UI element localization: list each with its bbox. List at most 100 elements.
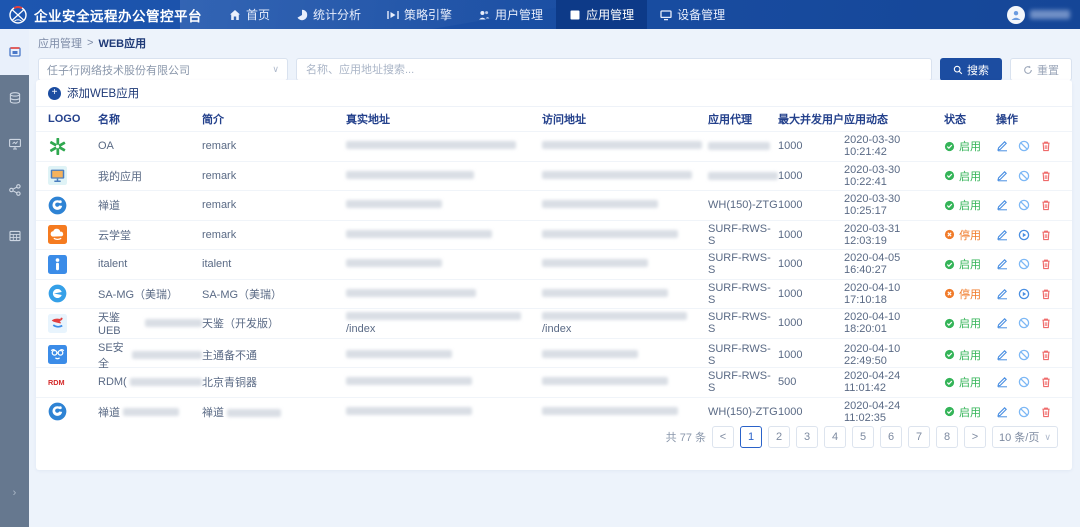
next-page-button[interactable]: > xyxy=(964,426,986,448)
sidebar-item-1[interactable] xyxy=(0,29,29,75)
status-badge: 停用 xyxy=(944,286,996,302)
server-stack-icon xyxy=(8,91,22,105)
table-row: SE安全主通备不通 SURF-RWS-S10002020-04-10 22:49… xyxy=(36,338,1072,368)
redacted-text xyxy=(346,377,472,385)
check-circle-icon xyxy=(944,318,955,329)
page-button-7[interactable]: 7 xyxy=(908,426,930,448)
disable-app-button[interactable] xyxy=(1018,258,1030,270)
user-menu[interactable] xyxy=(1007,0,1070,29)
redacted-text xyxy=(542,200,658,208)
add-web-app-button[interactable]: + 添加WEB应用 xyxy=(36,80,1072,107)
devices-icon xyxy=(660,9,672,21)
prev-page-button[interactable]: < xyxy=(712,426,734,448)
check-circle-icon xyxy=(944,259,955,270)
page-size-select[interactable]: 10 条/页∨ xyxy=(992,426,1058,448)
sidebar-item-2[interactable] xyxy=(0,75,29,121)
page-button-4[interactable]: 4 xyxy=(824,426,846,448)
sidebar-expand-button[interactable]: › xyxy=(0,487,29,499)
delete-app-button[interactable] xyxy=(1040,406,1052,418)
page-button-5[interactable]: 5 xyxy=(852,426,874,448)
delete-app-button[interactable] xyxy=(1040,140,1052,152)
app-description: 禅道 xyxy=(202,404,346,420)
breadcrumb-parent[interactable]: 应用管理 xyxy=(38,35,82,51)
edit-app-button[interactable] xyxy=(996,376,1008,388)
max-concurrent-users: 500 xyxy=(778,376,844,388)
real-address xyxy=(346,198,542,212)
app-logo-yunxuetang xyxy=(48,225,67,244)
edit-app-button[interactable] xyxy=(996,170,1008,182)
app-description: 主通备不通 xyxy=(202,347,346,363)
page-button-8[interactable]: 8 xyxy=(936,426,958,448)
company-select[interactable]: 任子行网络技术股份有限公司 ∨ xyxy=(38,58,288,81)
edit-app-button[interactable] xyxy=(996,317,1008,329)
edit-app-button[interactable] xyxy=(996,288,1008,300)
disable-app-button[interactable] xyxy=(1018,199,1030,211)
delete-app-button[interactable] xyxy=(1040,288,1052,300)
sidebar-item-5[interactable] xyxy=(0,213,29,259)
chart-pie-icon xyxy=(296,9,308,21)
max-concurrent-users: 1000 xyxy=(778,229,844,241)
page-button-1[interactable]: 1 xyxy=(740,426,762,448)
disable-app-button[interactable] xyxy=(1018,170,1030,182)
edit-app-button[interactable] xyxy=(996,229,1008,241)
delete-app-button[interactable] xyxy=(1040,199,1052,211)
disable-app-button[interactable] xyxy=(1018,140,1030,152)
page-button-3[interactable]: 3 xyxy=(796,426,818,448)
disable-app-button[interactable] xyxy=(1018,349,1030,361)
app-logo-se xyxy=(48,345,67,364)
redacted-text xyxy=(542,407,678,415)
nav-item-2[interactable]: 统计分析 xyxy=(283,0,374,29)
sidebar-item-3[interactable] xyxy=(0,121,29,167)
visit-address xyxy=(542,375,708,389)
app-name: 禅道 xyxy=(98,197,202,213)
disable-app-button[interactable] xyxy=(1018,406,1030,418)
reset-button[interactable]: 重置 xyxy=(1010,58,1072,81)
max-concurrent-users: 1000 xyxy=(778,349,844,361)
enable-app-button[interactable] xyxy=(1018,288,1030,300)
app-logo-monitor xyxy=(48,166,67,185)
status-badge: 启用 xyxy=(944,197,996,213)
visit-address xyxy=(542,405,708,419)
app-updated-time: 2020-04-10 22:49:50 xyxy=(844,343,944,367)
app-logo-zentao xyxy=(48,196,67,215)
sidebar-item-4[interactable] xyxy=(0,167,29,213)
enable-app-button[interactable] xyxy=(1018,229,1030,241)
nav-item-4[interactable]: 用户管理 xyxy=(465,0,556,29)
page-button-2[interactable]: 2 xyxy=(768,426,790,448)
edit-app-button[interactable] xyxy=(996,406,1008,418)
nav-item-1[interactable]: 首页 xyxy=(216,0,283,29)
search-input[interactable] xyxy=(296,58,932,81)
delete-app-button[interactable] xyxy=(1040,258,1052,270)
edit-app-button[interactable] xyxy=(996,140,1008,152)
delete-app-button[interactable] xyxy=(1040,349,1052,361)
apps-icon xyxy=(569,9,581,21)
delete-app-button[interactable] xyxy=(1040,170,1052,182)
edit-app-button[interactable] xyxy=(996,349,1008,361)
app-updated-time: 2020-04-24 11:02:35 xyxy=(844,400,944,424)
delete-app-button[interactable] xyxy=(1040,376,1052,388)
delete-app-button[interactable] xyxy=(1040,229,1052,241)
disable-app-button[interactable] xyxy=(1018,317,1030,329)
nav-item-3[interactable]: 策略引擎 xyxy=(374,0,465,29)
nav-item-5[interactable]: 应用管理 xyxy=(556,0,647,29)
real-address xyxy=(346,375,542,389)
delete-app-button[interactable] xyxy=(1040,317,1052,329)
app-name: OA xyxy=(98,140,202,152)
table-row: italentitalent SURF-RWS-S10002020-04-05 … xyxy=(36,249,1072,279)
page-button-6[interactable]: 6 xyxy=(880,426,902,448)
app-proxy: WH(150)-ZTG xyxy=(708,199,778,211)
app-description: 天鉴（开发版） xyxy=(202,315,346,331)
app-updated-time: 2020-04-05 16:40:27 xyxy=(844,252,944,276)
edit-app-button[interactable] xyxy=(996,258,1008,270)
redacted-text xyxy=(132,351,202,359)
chevron-down-icon: ∨ xyxy=(1044,432,1051,443)
edit-app-button[interactable] xyxy=(996,199,1008,211)
disable-app-button[interactable] xyxy=(1018,376,1030,388)
row-actions xyxy=(996,376,1072,388)
app-updated-time: 2020-03-30 10:25:17 xyxy=(844,193,944,217)
row-actions xyxy=(996,140,1072,152)
refresh-icon xyxy=(1023,65,1033,75)
visit-address xyxy=(542,198,708,212)
search-button[interactable]: 搜索 xyxy=(940,58,1002,81)
nav-item-6[interactable]: 设备管理 xyxy=(647,0,738,29)
